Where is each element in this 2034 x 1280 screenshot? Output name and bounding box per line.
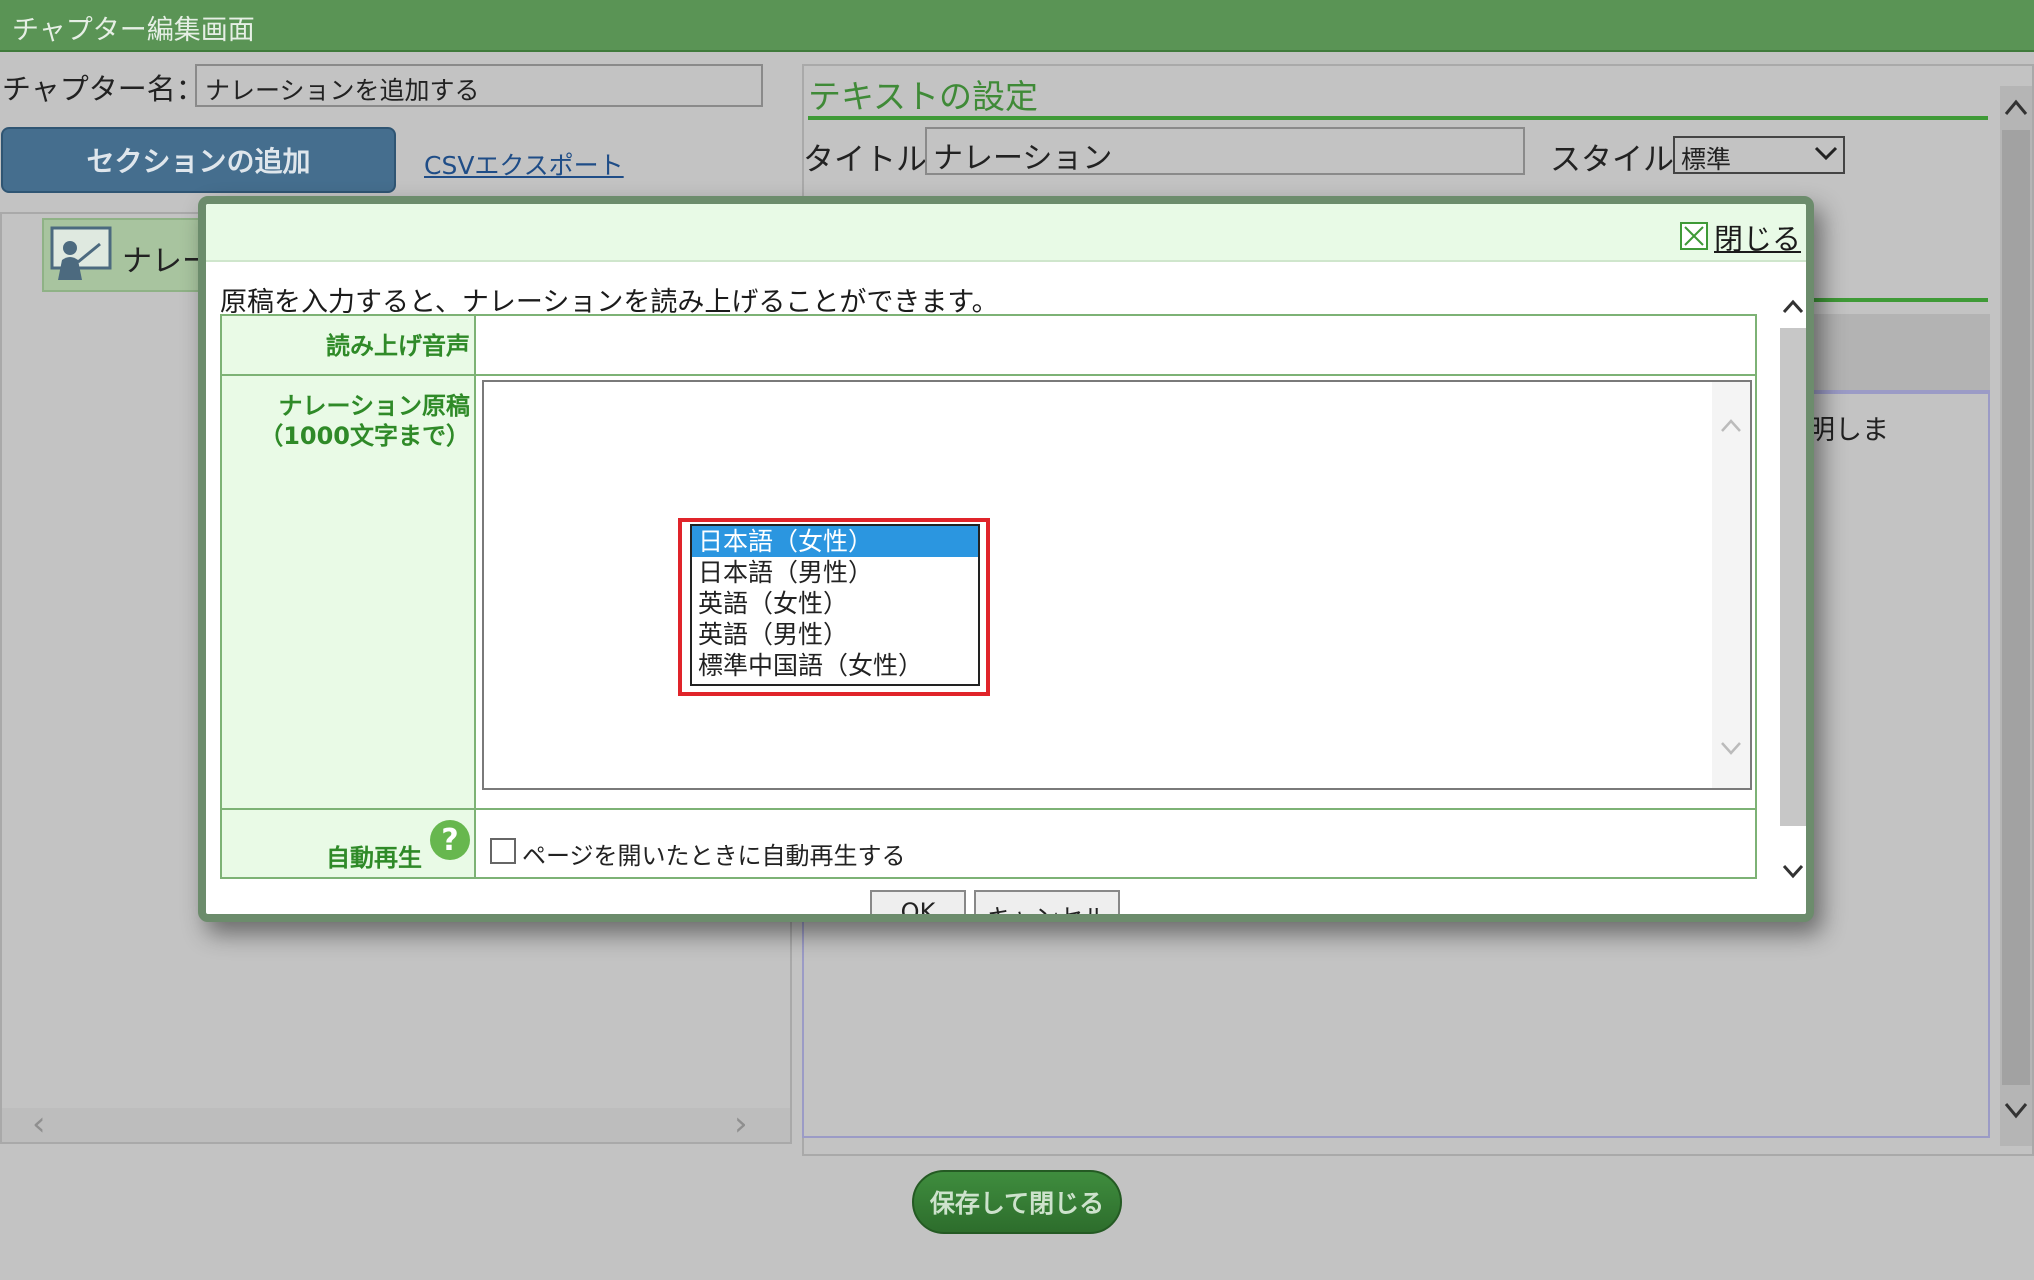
title-label: タイトル: (803, 142, 938, 178)
cancel-button[interactable]: キャンセル (974, 890, 1120, 914)
dialog-scrollbar-thumb[interactable] (1780, 328, 1806, 826)
narration-script-textarea[interactable] (482, 380, 1752, 790)
script-limit-label: （1000文字まで） (259, 422, 470, 450)
ok-button[interactable]: OK (870, 890, 966, 914)
voice-option[interactable]: 日本語（男性） (692, 557, 978, 588)
text-settings-heading: テキストの設定 (808, 77, 1039, 116)
add-section-button[interactable]: セクションの追加 (1, 127, 396, 193)
window-title: チャプター編集画面 (12, 15, 255, 46)
autoplay-label: 自動再生 (326, 844, 422, 872)
heading-divider (808, 116, 1988, 120)
voice-label: 読み上げ音声 (326, 332, 470, 360)
voice-option[interactable]: 標準中国語（女性） (692, 650, 978, 681)
chapter-name-label: チャプター名： (2, 72, 205, 106)
scroll-down-icon[interactable] (1718, 738, 1744, 758)
section-divider (1808, 298, 1988, 302)
style-label: スタイル: (1550, 142, 1685, 178)
row-divider (222, 808, 1757, 810)
help-icon[interactable]: ? (430, 820, 470, 860)
horizontal-scrollbar[interactable] (2, 1108, 790, 1142)
title-bar (0, 0, 2034, 52)
scroll-up-icon[interactable] (1780, 296, 1806, 318)
scroll-up-icon[interactable] (2002, 96, 2030, 120)
autoplay-checkbox-label[interactable]: ページを開いたときに自動再生する (522, 836, 906, 871)
chapter-name-input[interactable]: ナレーションを追加する (195, 64, 763, 107)
voice-listbox[interactable]: 日本語（女性） 日本語（男性） 英語（女性） 英語（男性） 標準中国語（女性） (690, 524, 980, 686)
autoplay-checkbox[interactable] (490, 838, 516, 864)
close-link[interactable]: 閉じる (1714, 216, 1801, 258)
voice-option[interactable]: 英語（女性） (692, 588, 978, 619)
presentation-icon (50, 226, 112, 280)
textarea-scrollbar[interactable] (1712, 382, 1750, 788)
dialog-header (206, 204, 1806, 262)
scroll-down-icon[interactable] (2002, 1098, 2030, 1122)
scroll-up-icon[interactable] (1718, 416, 1744, 436)
scroll-down-icon[interactable] (1780, 860, 1806, 882)
editor-toolbar-band (1808, 314, 1990, 392)
scroll-left-icon[interactable]: ‹ (32, 1104, 46, 1144)
voice-option[interactable]: 日本語（女性） (692, 526, 978, 557)
narration-dialog: 閉じる 原稿を入力すると、ナレーションを読み上げることができます。 読み上げ音声… (198, 196, 1814, 922)
row-divider (222, 374, 1757, 376)
content-text: 明しま (1808, 415, 1889, 446)
scrollbar-thumb[interactable] (2002, 130, 2030, 1085)
title-input[interactable]: ナレーション (925, 127, 1525, 176)
voice-option[interactable]: 英語（男性） (692, 619, 978, 650)
scroll-right-icon[interactable]: › (734, 1104, 748, 1144)
chevron-down-icon (1814, 146, 1838, 161)
csv-export-link[interactable]: CSVエクスポート (424, 146, 624, 182)
close-icon[interactable] (1680, 222, 1708, 250)
save-and-close-button[interactable]: 保存して閉じる (912, 1170, 1122, 1234)
